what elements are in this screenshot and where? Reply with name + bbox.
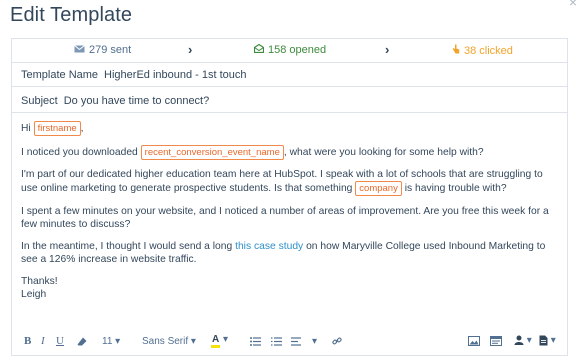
body-paragraph-1: I noticed you downloaded recent_conversi… xyxy=(21,144,561,160)
image-icon[interactable] xyxy=(468,336,480,346)
template-editor-panel: 279 sent › 158 opened › 38 clicked Templ… xyxy=(11,38,568,356)
chevron-right-icon: › xyxy=(188,42,193,57)
personalization-token-firstname[interactable]: firstname xyxy=(33,121,81,136)
subject-input[interactable]: Do you have time to connect? xyxy=(64,95,210,107)
font-size-dropdown[interactable]: 11 ▾ xyxy=(102,336,120,347)
template-snippet-icon[interactable] xyxy=(490,336,502,346)
case-study-link[interactable]: this case study xyxy=(235,241,303,252)
stat-opened[interactable]: 158 opened xyxy=(253,43,327,56)
caret-down-icon: ▾ xyxy=(526,335,532,346)
caret-down-icon: ▾ xyxy=(223,334,229,345)
link-icon[interactable] xyxy=(332,336,342,346)
template-name-row: Template Name HigherEd inbound - 1st tou… xyxy=(12,63,567,87)
p2-text-end: is having trouble with? xyxy=(401,183,507,195)
signature-line: Leigh xyxy=(21,288,47,300)
caret-down-icon: ▾ xyxy=(190,336,196,347)
greeting-comma: , xyxy=(80,123,84,134)
chevron-right-icon: › xyxy=(385,42,390,57)
font-family-value: Sans Serif xyxy=(142,336,189,347)
font-color-icon: A xyxy=(211,334,221,348)
page-title: Edit Template xyxy=(10,4,133,26)
close-icon[interactable]: × xyxy=(569,0,577,10)
font-family-dropdown[interactable]: Sans Serif ▾ xyxy=(142,336,196,347)
greeting-line: Hi firstname, xyxy=(21,121,561,136)
caret-down-icon: ▾ xyxy=(115,336,121,347)
subject-row: Subject Do you have time to connect? xyxy=(12,89,567,113)
caret-down-icon[interactable]: ▾ xyxy=(312,336,317,347)
font-color-dropdown[interactable]: A ▾ xyxy=(211,334,229,348)
stat-opened-label: 158 opened xyxy=(268,44,327,56)
template-name-label: Template Name xyxy=(21,68,99,81)
italic-button[interactable]: I xyxy=(41,335,45,347)
p1-text: I noticed you downloaded xyxy=(21,146,141,158)
template-name-input[interactable]: HigherEd inbound - 1st touch xyxy=(104,69,246,81)
stat-sent[interactable]: 279 sent xyxy=(74,44,131,56)
signoff-line: Thanks! xyxy=(21,275,58,287)
clear-format-eraser-icon[interactable] xyxy=(77,337,87,346)
stat-clicked-label: 38 clicked xyxy=(464,44,513,57)
caret-down-icon: ▾ xyxy=(550,335,556,347)
body-paragraph-2: I'm part of our dedicated higher educati… xyxy=(21,168,561,197)
personalization-token-company[interactable]: company xyxy=(355,181,402,197)
bold-button[interactable]: B xyxy=(24,335,31,347)
open-envelope-icon xyxy=(253,43,265,56)
personalize-contact-dropdown[interactable]: ▾ xyxy=(514,335,532,346)
pointer-hand-icon xyxy=(452,44,460,57)
align-dropdown[interactable] xyxy=(291,337,302,349)
stats-bar: 279 sent › 158 opened › 38 clicked xyxy=(12,39,567,63)
font-size-value: 11 xyxy=(102,336,113,347)
p1-text-end: , what were you looking for some help wi… xyxy=(283,146,484,158)
document-dropdown[interactable]: ▾ xyxy=(539,335,556,346)
underline-button[interactable]: U xyxy=(56,335,64,347)
bulleted-list-icon[interactable] xyxy=(250,337,261,346)
stat-sent-label: 279 sent xyxy=(89,44,132,56)
personalization-token-conversion[interactable]: recent_conversion_event_name xyxy=(140,144,284,160)
body-paragraph-4: In the meantime, I thought I would send … xyxy=(21,240,561,266)
greeting-text: Hi xyxy=(21,123,34,134)
email-body-editor[interactable]: Hi firstname, I noticed you downloaded r… xyxy=(21,121,561,301)
numbered-list-icon[interactable] xyxy=(271,337,282,346)
p4-text: In the meantime, I thought I would send … xyxy=(21,240,236,252)
stat-clicked[interactable]: 38 clicked xyxy=(452,44,513,57)
formatting-toolbar: B I U 11 ▾ Sans Serif ▾ A ▾ ▾ ▾ ▾ xyxy=(12,329,567,355)
envelope-icon xyxy=(74,44,85,56)
subject-label: Subject xyxy=(21,94,58,107)
body-paragraph-3: I spent a few minutes on your website, a… xyxy=(21,205,549,230)
